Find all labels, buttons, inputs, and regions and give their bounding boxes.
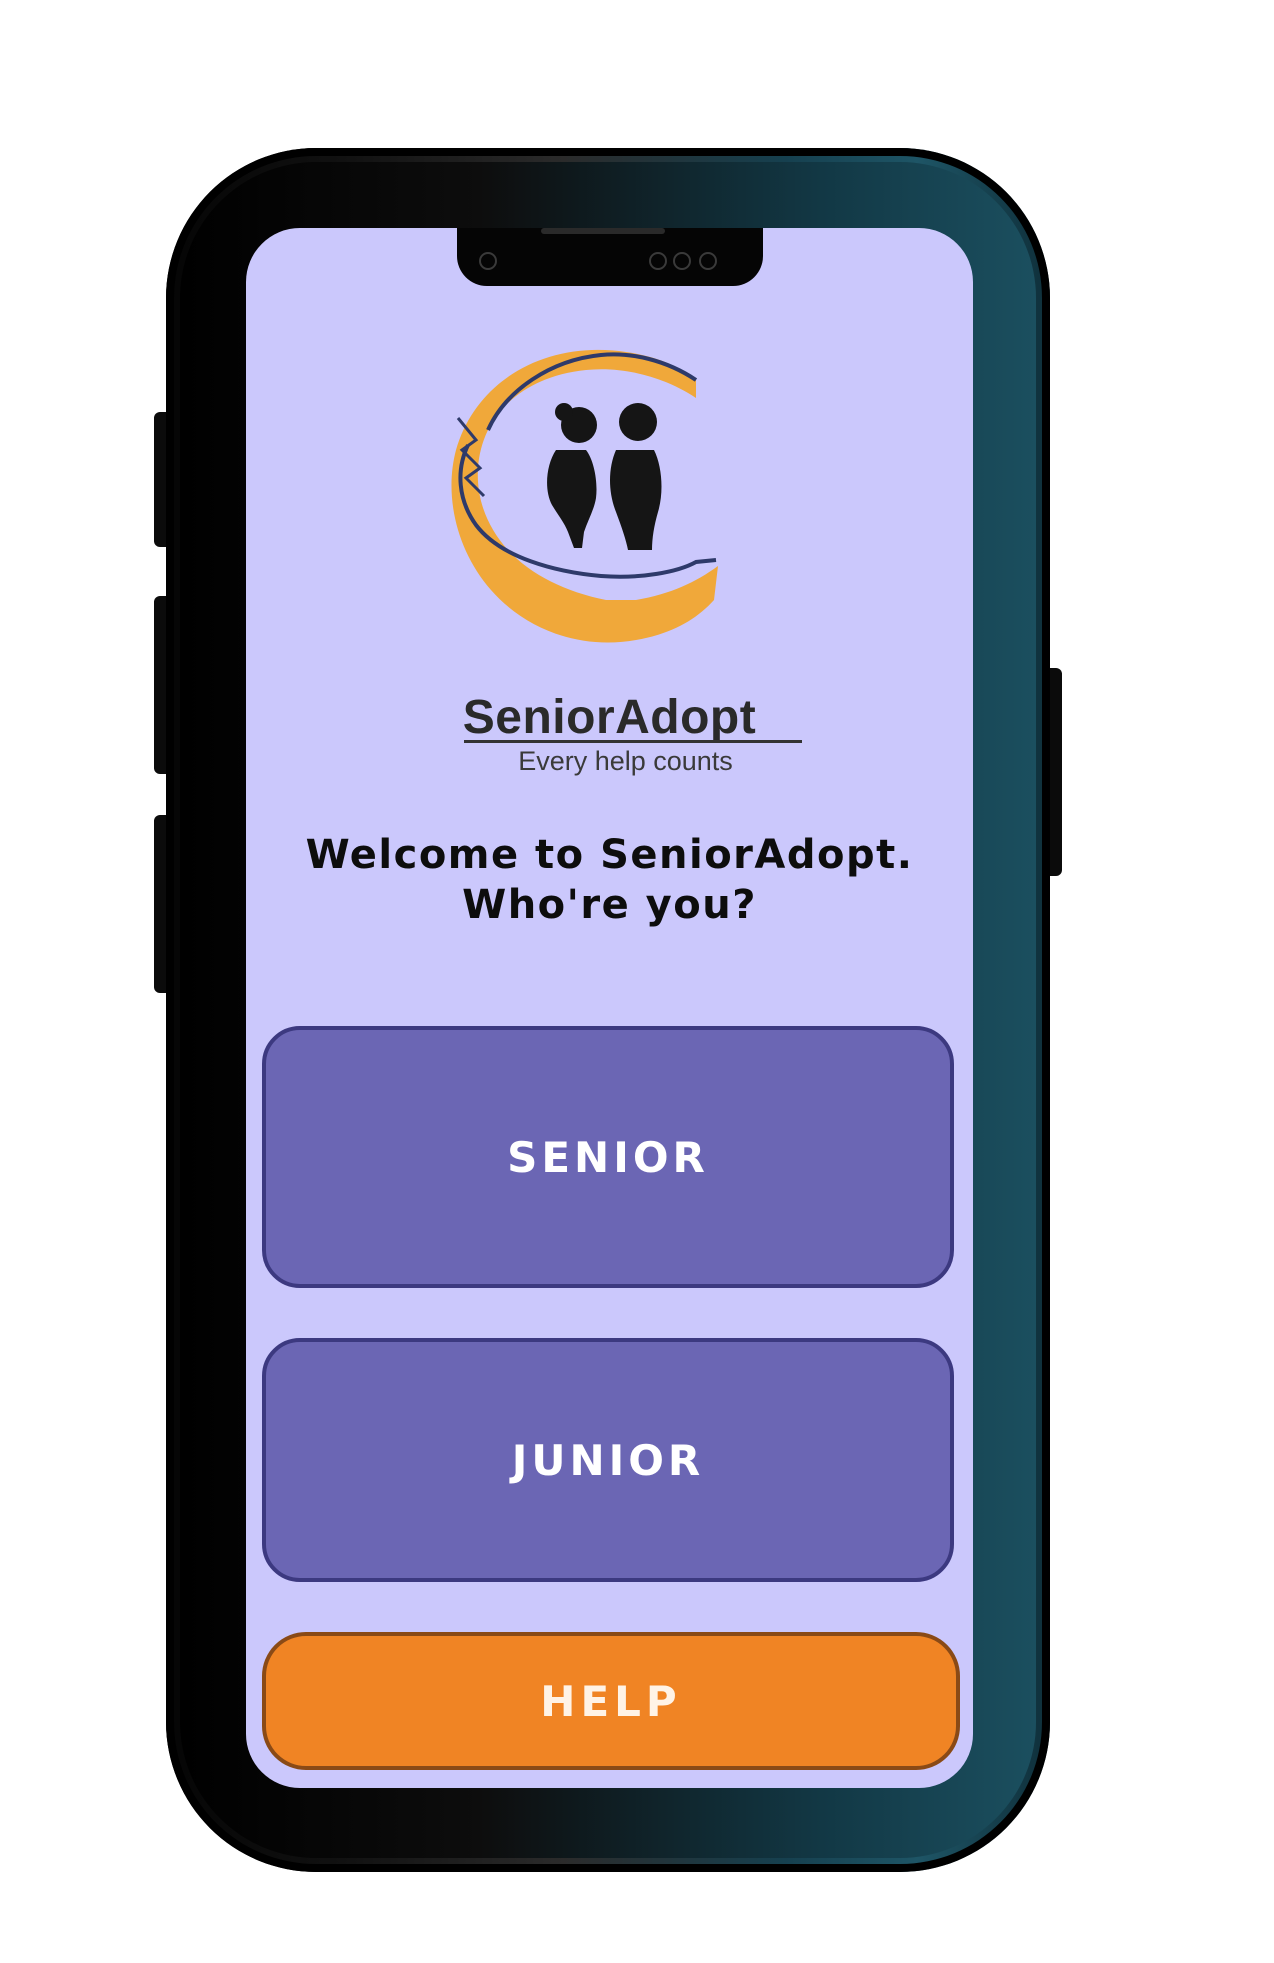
front-camera-icon (479, 252, 497, 270)
sensor-icon (673, 252, 691, 270)
sensor-icon (649, 252, 667, 270)
phone-notch (457, 228, 763, 286)
welcome-line-1: Welcome to SeniorAdopt. (305, 832, 914, 878)
welcome-line-2: Who're you? (462, 882, 757, 928)
phone-mockup: SeniorAdopt Every help counts Welcome to… (0, 0, 1274, 1963)
junior-button[interactable]: JUNIOR (262, 1338, 954, 1582)
sensor-icon (699, 252, 717, 270)
senior-button-label: SENIOR (507, 1132, 709, 1182)
app-screen: SeniorAdopt Every help counts Welcome to… (246, 228, 973, 1788)
earpiece-speaker (541, 228, 665, 234)
senioradopt-logo (451, 349, 718, 643)
brand-underline (464, 740, 802, 743)
senior-couple-icon (547, 403, 662, 550)
brand-tagline: Every help counts (518, 746, 733, 776)
brand-name: SeniorAdopt (462, 691, 757, 744)
junior-button-label: JUNIOR (511, 1435, 705, 1485)
welcome-heading: Welcome to SeniorAdopt. Who're you? (246, 830, 973, 930)
help-button-label: HELP (540, 1676, 682, 1726)
senior-button[interactable]: SENIOR (262, 1026, 954, 1288)
help-button[interactable]: HELP (262, 1632, 960, 1770)
